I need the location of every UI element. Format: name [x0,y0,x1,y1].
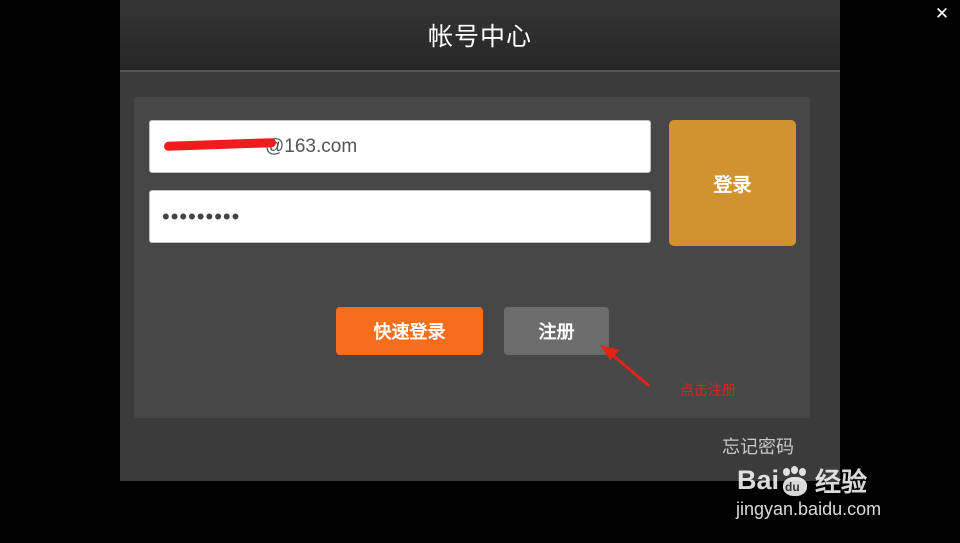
account-center-dialog: 帐号中心 @163.com ••••••••• 登录 快速登录 注册 点击注册 … [120,0,840,481]
login-panel: @163.com ••••••••• 登录 快速登录 注册 点击注册 [134,97,810,418]
watermark-brand-left: Bai [737,465,780,495]
red-arrow-icon [600,345,650,387]
watermark-url: jingyan.baidu.com [736,499,882,519]
watermark-brand: Bai du 经验 [737,462,867,499]
annotation-click-register: 点击注册 [680,383,736,399]
baidu-paw-icon: du [780,465,810,496]
watermark-paw-text: du [785,479,800,494]
dialog-title: 帐号中心 [427,22,532,51]
title-bar: 帐号中心 [120,0,840,72]
baidu-jingyan-watermark: Bai du 经验 jingyan.baidu.com [734,438,914,528]
close-icon[interactable]: ✕ [932,4,952,24]
watermark-brand-right: 经验 [815,467,868,497]
